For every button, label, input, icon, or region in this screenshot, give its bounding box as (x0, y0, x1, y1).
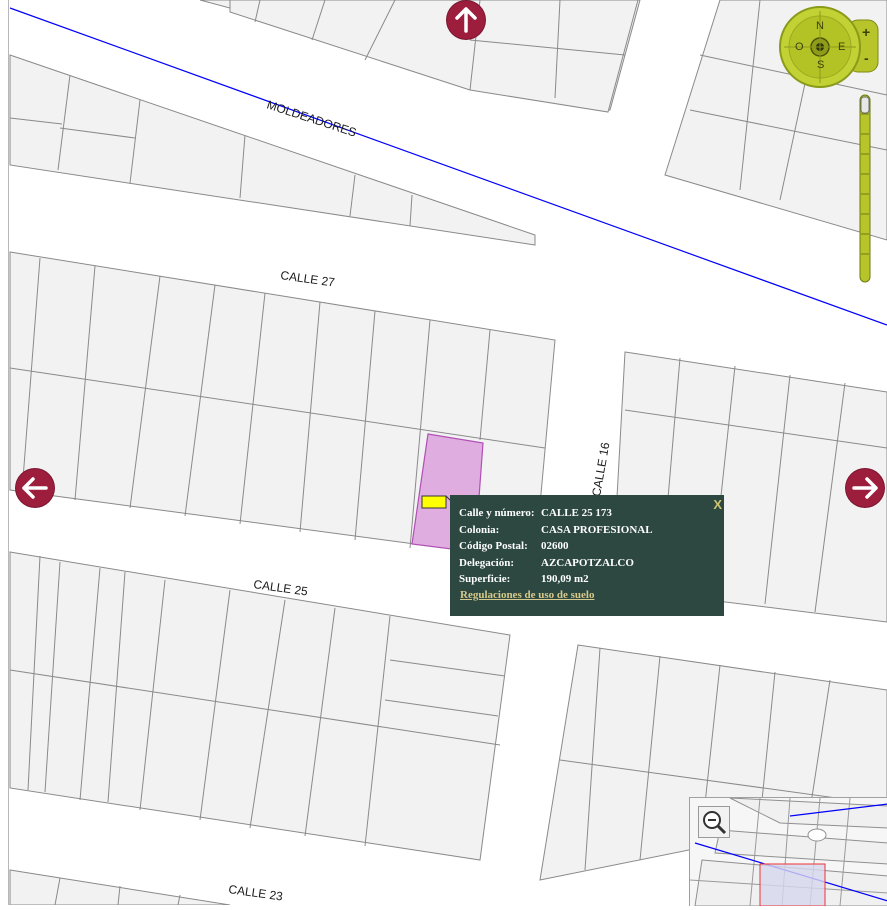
info-value: CASA PROFESIONAL (541, 523, 653, 536)
arrow-right-icon (852, 477, 878, 499)
navigation-control[interactable]: N S E O + - (776, 6, 882, 96)
map-canvas[interactable]: MOLDEADORES CALLE 27 CALLE 25 CALLE 23 C… (0, 0, 887, 906)
zoom-in-button[interactable]: + (862, 24, 870, 40)
info-row: Superficie: 190,09 m2 (459, 571, 653, 588)
info-row: Código Postal: 02600 (459, 538, 653, 555)
street-label-calle-23: CALLE 23 (228, 882, 284, 904)
land-use-regulations-link[interactable]: Regulaciones de uso de suelo (460, 589, 594, 601)
zoom-slider[interactable] (858, 94, 872, 284)
close-popup-button[interactable]: X (713, 497, 722, 512)
info-value: 190,09 m2 (541, 573, 589, 586)
info-value: 02600 (541, 540, 569, 553)
info-value: AZCAPOTZALCO (541, 556, 634, 569)
parcel-info-table: Calle y número: CALLE 25 173 Colonia: CASA… (459, 505, 653, 588)
info-label: Calle y número: (459, 507, 535, 520)
info-row: Colonia: CASA PROFESIONAL (459, 522, 653, 539)
info-value: CALLE 25 173 (541, 507, 612, 520)
city-block (229, 0, 639, 113)
compass-west-label[interactable]: O (795, 41, 804, 53)
info-label: Colonia: (459, 523, 500, 536)
info-row: Calle y número: CALLE 25 173 (459, 505, 653, 522)
compass-south-label[interactable]: S (817, 59, 824, 71)
arrow-left-icon (22, 477, 48, 499)
info-label: Código Postal: (459, 540, 528, 553)
compass-east-label[interactable]: E (838, 41, 845, 53)
city-block (9, 551, 511, 861)
overview-zoom-out-button[interactable] (698, 806, 730, 838)
pan-north-button[interactable] (447, 1, 485, 39)
overview-viewport-box[interactable] (759, 863, 826, 906)
pan-east-button[interactable] (846, 469, 884, 507)
street-label-moldeadores: MOLDEADORES (265, 98, 358, 140)
street-label-calle-27: CALLE 27 (280, 268, 336, 290)
zoom-slider-handle[interactable] (860, 96, 870, 114)
zoom-out-button[interactable]: - (864, 50, 869, 66)
zoom-slider-track (859, 94, 871, 283)
parcel-info-popup: X Calle y número: CALLE 25 173 Colonia: CA… (450, 495, 724, 616)
pan-west-button[interactable] (16, 469, 54, 507)
street-label-calle-16: CALLE 16 (589, 441, 612, 498)
info-label: Superficie: (459, 573, 511, 586)
compass-north-label[interactable]: N (816, 20, 824, 32)
magnifier-minus-icon (703, 811, 727, 835)
map-base-layer: MOLDEADORES CALLE 27 CALLE 25 CALLE 23 C… (9, 0, 887, 906)
map-frame-border (8, 0, 9, 905)
overview-map[interactable] (689, 797, 887, 906)
arrow-up-icon (455, 7, 477, 33)
info-row: Delegación: AZCAPOTZALCO (459, 555, 653, 572)
info-label: Delegación: (459, 556, 514, 569)
